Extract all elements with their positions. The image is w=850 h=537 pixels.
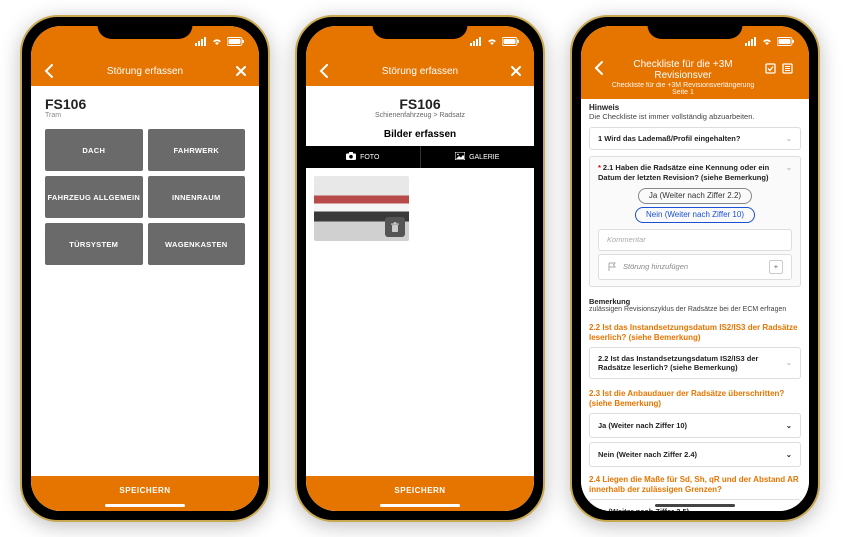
question-1-card[interactable]: 1 Wird das Lademaß/Profil eingehalten? ⌄ [589,127,801,150]
plus-icon[interactable]: + [769,260,783,274]
option-2-3-ja-label: Ja (Weiter nach Ziffer 10) [598,421,687,430]
title-sub: Checkliste für die +3M Revisionsverlänge… [607,82,759,96]
question-2-2-card[interactable]: 2.2 Ist das Instandsetzungsdatum IS2/IS3… [589,347,801,380]
screen-2: Störung erfassen FS106 Schienenfahrzeug … [306,26,534,511]
screen-title: Störung erfassen [332,66,508,77]
top-bar: Checkliste für die +3M Revisionsver Chec… [581,56,809,99]
question-2-2-heading: 2.2 Ist das Instandsetzungsdatum IS2/IS3… [589,323,801,343]
question-2-1-card: *2.1 Haben die Radsätze eine Kennung ode… [589,156,801,286]
home-indicator[interactable] [655,504,735,507]
signal-icon [470,37,482,46]
content-body[interactable]: Hinweis Die Checkliste ist immer vollstä… [581,99,809,511]
phone-frame-1: Störung erfassen FS106 Tram DACH FAHRWER… [20,15,270,522]
tile-fahrzeug-allgemein[interactable]: FAHRZEUG ALLGEMEIN [45,176,143,218]
option-2-3-ja[interactable]: Ja (Weiter nach Ziffer 10) ⌄ [589,413,801,438]
home-indicator[interactable] [105,504,185,507]
vehicle-id: FS106 [45,96,245,112]
screen-1: Störung erfassen FS106 Tram DACH FAHRWER… [31,26,259,511]
tile-innenraum[interactable]: INNENRAUM [148,176,246,218]
chevron-up-icon[interactable]: ⌄ [786,163,792,172]
photo-thumbnails [306,168,534,249]
question-2-4-heading: 2.4 Liegen die Maße für Sd, Sh, qR und d… [589,475,801,495]
home-indicator[interactable] [380,504,460,507]
add-fault-row[interactable]: Störung hinzufügen + [598,254,792,280]
breadcrumb: Schienenfahrzeug > Radsatz [306,112,534,119]
battery-icon [502,37,520,46]
hint-heading: Hinweis [589,103,801,112]
content-body: FS106 Schienenfahrzeug > Radsatz Bilder … [306,86,534,511]
question-2-3-heading: 2.3 Ist die Anbaudauer der Radsätze über… [589,389,801,409]
action-icon-1[interactable] [765,61,776,79]
camera-icon [346,152,356,162]
remark-text: zulässigen Revisionszyklus der Radsätze … [589,306,801,313]
question-1-label: 1 Wird das Lademaß/Profil eingehalten? [598,134,740,143]
photo-thumbnail[interactable] [314,176,409,241]
tile-fahrwerk[interactable]: FAHRWERK [148,129,246,171]
chevron-down-icon: ⌄ [786,450,792,459]
battery-icon [777,37,795,46]
vehicle-header: FS106 Tram [31,86,259,123]
notch [648,17,743,39]
phone-frame-3: Checkliste für die +3M Revisionsver Chec… [570,15,820,522]
chevron-down-icon: ⌄ [786,507,792,511]
action-icon-2[interactable] [782,61,793,79]
signal-icon [745,37,757,46]
remark-heading: Bemerkung [589,297,801,306]
add-fault-label: Störung hinzufügen [623,262,688,271]
wifi-icon [211,37,223,46]
chevron-down-icon: ⌄ [786,421,792,430]
notch [98,17,193,39]
question-2-2-label: 2.2 Ist das Instandsetzungsdatum IS2/IS3… [598,354,786,373]
foto-label: FOTO [360,154,379,161]
foto-button[interactable]: FOTO [306,146,421,168]
tile-dach[interactable]: DACH [45,129,143,171]
notch [373,17,468,39]
section-title: Bilder erfassen [306,123,534,146]
back-button[interactable] [591,61,607,75]
flag-icon: Störung hinzufügen [607,262,688,272]
close-button[interactable] [508,66,524,76]
close-button[interactable] [233,66,249,76]
camera-toolbar: FOTO GALERIE [306,146,534,168]
screen-title: Checkliste für die +3M Revisionsver Chec… [607,59,759,96]
galerie-label: GALERIE [469,154,499,161]
chevron-down-icon: ⌄ [786,358,792,367]
back-button[interactable] [316,64,332,78]
gallery-icon [455,152,465,162]
question-2-1-label: *2.1 Haben die Radsätze eine Kennung ode… [598,163,786,182]
option-ja[interactable]: Ja (Weiter nach Ziffer 2.2) [638,188,752,204]
comment-input[interactable]: Kommentar [598,229,792,250]
battery-icon [227,37,245,46]
tile-tuersystem[interactable]: TÜRSYSTEM [45,223,143,265]
phone-frame-2: Störung erfassen FS106 Schienenfahrzeug … [295,15,545,522]
title-main: Checkliste für die +3M Revisionsver [607,59,759,81]
vehicle-type: Tram [45,112,245,119]
option-2-3-nein-label: Nein (Weiter nach Ziffer 2.4) [598,450,697,459]
screen-3: Checkliste für die +3M Revisionsver Chec… [581,26,809,511]
option-2-3-nein[interactable]: Nein (Weiter nach Ziffer 2.4) ⌄ [589,442,801,467]
option-group: Ja (Weiter nach Ziffer 2.2) Nein (Weiter… [598,188,792,223]
top-bar: Störung erfassen [31,56,259,86]
content-body: FS106 Tram DACH FAHRWERK FAHRZEUG ALLGEM… [31,86,259,511]
option-2-4-ja-label: Ja (Weiter nach Ziffer 2.5) [598,507,689,511]
vehicle-id: FS106 [306,96,534,112]
option-nein[interactable]: Nein (Weiter nach Ziffer 10) [635,207,755,223]
vehicle-header: FS106 Schienenfahrzeug > Radsatz [306,86,534,123]
signal-icon [195,37,207,46]
screen-title: Störung erfassen [57,66,233,77]
galerie-button[interactable]: GALERIE [421,146,535,168]
tile-wagenkasten[interactable]: WAGENKASTEN [148,223,246,265]
required-marker: * [598,163,601,172]
wifi-icon [486,37,498,46]
category-grid: DACH FAHRWERK FAHRZEUG ALLGEMEIN INNENRA… [31,123,259,271]
top-bar: Störung erfassen [306,56,534,86]
wifi-icon [761,37,773,46]
chevron-down-icon: ⌄ [786,134,792,143]
hint-text: Die Checkliste ist immer vollständig abz… [589,112,801,121]
delete-photo-button[interactable] [385,217,405,237]
back-button[interactable] [41,64,57,78]
trash-icon [390,222,400,233]
